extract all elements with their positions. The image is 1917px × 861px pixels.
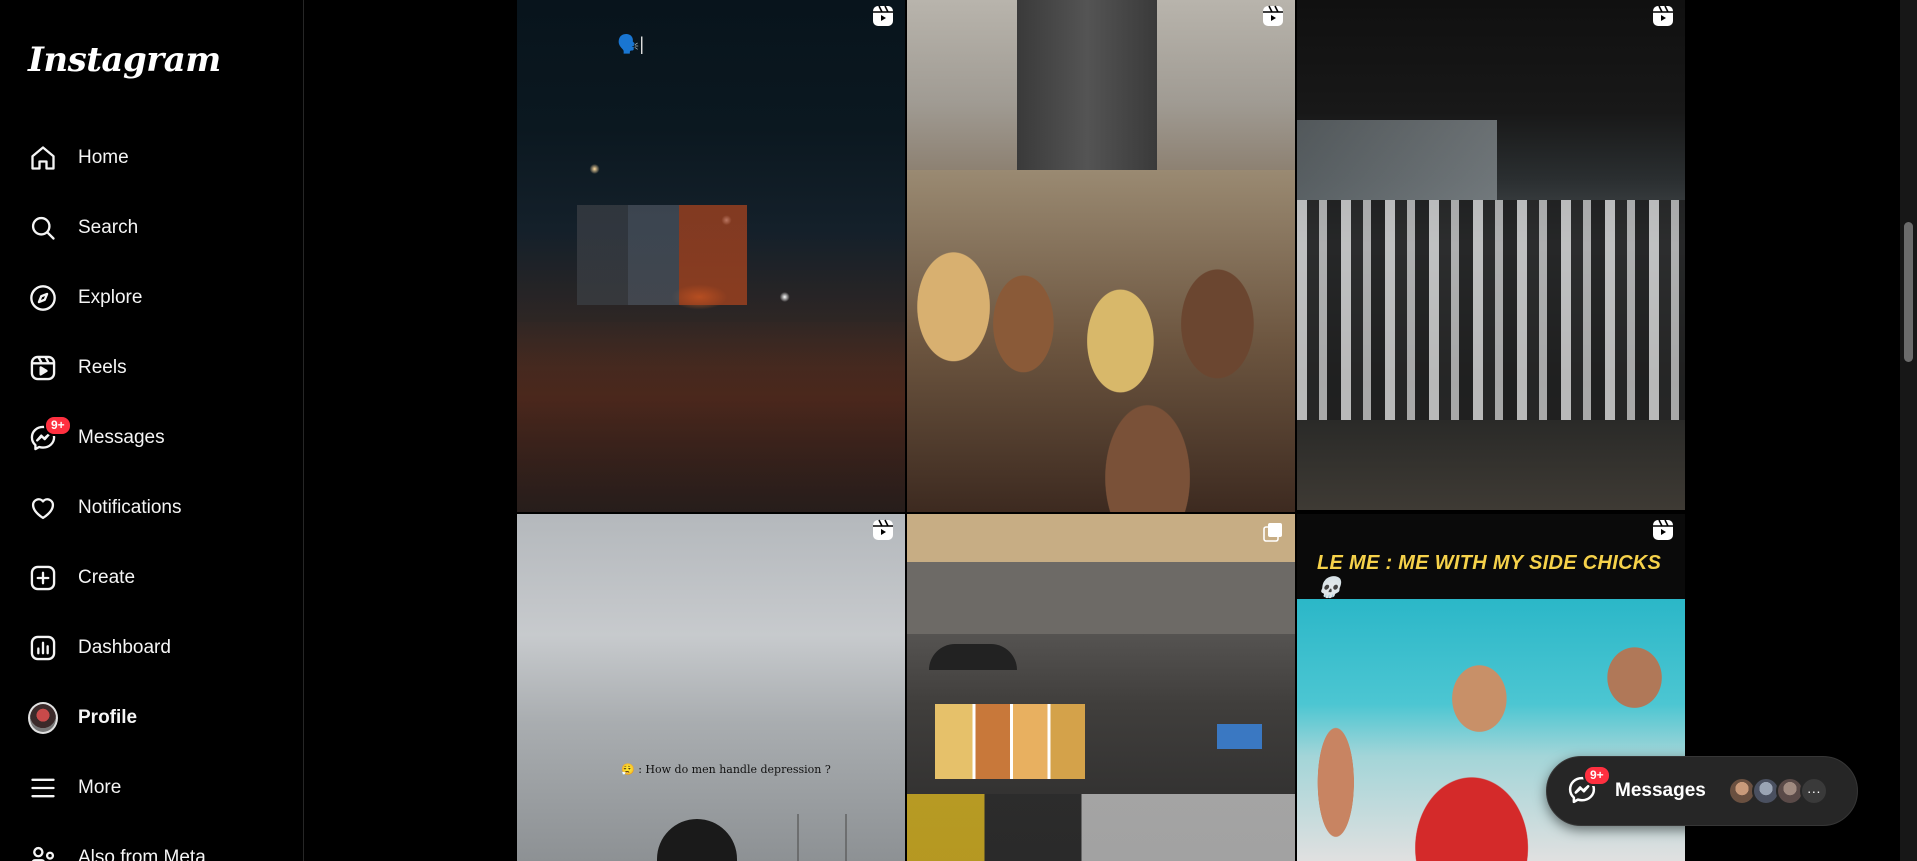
sidebar-item-reels[interactable]: Reels [14,340,290,396]
post-overlay-text: LE ME : ME WITH MY SIDE CHICKS 💀 [1317,552,1662,599]
search-icon [28,213,58,243]
sidebar-item-explore[interactable]: Explore [14,270,290,326]
post-tile[interactable]: 🗣️| [517,0,905,512]
sidebar-item-label: Create [78,567,136,588]
page-scrollbar[interactable] [1900,0,1917,861]
reel-icon [873,5,893,26]
reel-icon [1263,5,1283,26]
sidebar-item-create[interactable]: Create [14,550,290,606]
sidebar-item-label: Dashboard [78,637,171,658]
sidebar: Instagram Home Search Explore Reels 9+ M… [0,0,304,861]
messages-badge: 9+ [44,415,72,436]
sidebar-item-label: Explore [78,287,143,308]
meta-icon [28,843,58,861]
messenger-icon: 9+ [28,415,72,453]
reels-icon [28,353,58,383]
post-overlay-text: 😮‍💨 : How do men handle depression ? [621,763,831,776]
avatar [28,702,58,734]
reel-icon [873,519,893,540]
post-tile[interactable] [1297,0,1685,510]
sidebar-item-search[interactable]: Search [14,200,290,256]
sidebar-item-profile[interactable]: Profile [14,690,290,746]
post-tile[interactable] [907,514,1295,861]
post-tile[interactable] [907,0,1295,512]
messages-badge: 9+ [1583,765,1611,786]
sidebar-item-label: Notifications [78,497,182,518]
hamburger-icon [28,773,58,803]
sidebar-item-label: Messages [78,427,165,448]
post-tile[interactable]: 😮‍💨 : How do men handle depression ? [517,514,905,861]
carousel-icon [1263,523,1282,542]
post-overlay-text: 🗣️| [617,34,645,54]
messenger-icon: 9+ [1567,765,1611,807]
home-icon [28,143,58,173]
reel-icon [1653,5,1673,26]
sidebar-item-dashboard[interactable]: Dashboard [14,620,290,676]
messages-pill-label: Messages [1615,780,1706,801]
plus-square-icon [28,563,58,593]
sidebar-item-label: Home [78,147,129,168]
sidebar-item-label: Reels [78,357,127,378]
sidebar-item-messages[interactable]: 9+ Messages [14,410,290,466]
sidebar-item-label: Profile [78,707,138,728]
scrollbar-thumb[interactable] [1904,222,1913,362]
sidebar-item-notifications[interactable]: Notifications [14,480,290,536]
messages-pill-button[interactable]: 9+ Messages ··· [1546,756,1858,826]
recent-chat-avatars: ··· [1727,777,1828,805]
instagram-logo[interactable]: Instagram [28,40,221,80]
sidebar-item-label: More [78,777,122,798]
more-chats-icon: ··· [1799,777,1828,805]
sidebar-item-also-from-meta[interactable]: Also from Meta [14,830,290,861]
sidebar-item-more[interactable]: More [14,760,290,816]
compass-icon [28,283,58,313]
bar-chart-icon [28,633,58,663]
heart-icon [28,493,58,523]
sidebar-item-home[interactable]: Home [14,130,290,186]
sidebar-item-label: Search [78,217,139,238]
sidebar-item-label: Also from Meta [78,847,206,861]
avatar-icon [28,702,58,734]
reel-icon [1653,519,1673,540]
